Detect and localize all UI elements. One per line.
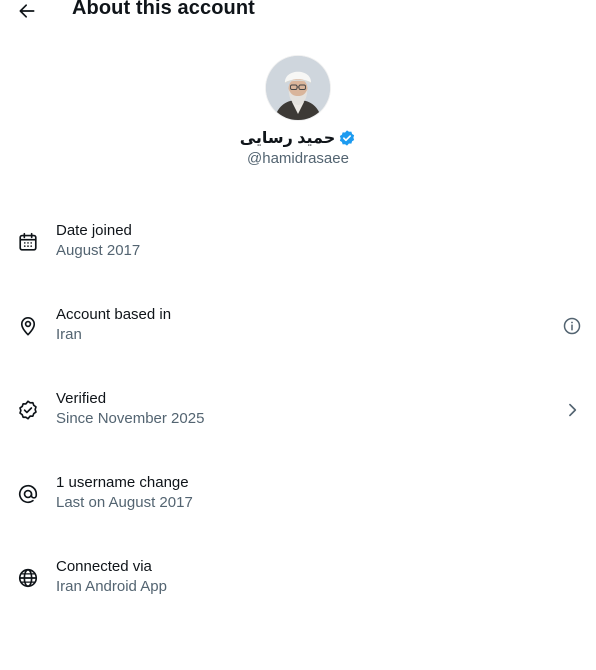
detail-row-connected-via: Connected via Iran Android App bbox=[0, 558, 596, 602]
verified-badge-icon bbox=[340, 130, 355, 146]
chevron-right-icon bbox=[561, 399, 583, 421]
username-handle: @hamidrasaee bbox=[247, 150, 349, 167]
detail-label: Account based in bbox=[56, 306, 172, 323]
calendar-icon bbox=[17, 231, 39, 253]
detail-row-account-based-in: Account based in Iran bbox=[0, 306, 596, 350]
page-header: About this account bbox=[0, 0, 596, 24]
detail-label: 1 username change bbox=[56, 474, 189, 491]
detail-label: Verified bbox=[56, 390, 107, 407]
profile-summary: حمید رسایی @hamidrasaee bbox=[0, 56, 596, 167]
detail-row-date-joined: Date joined August 2017 bbox=[0, 222, 596, 266]
page-title: About this account bbox=[72, 0, 255, 19]
back-button[interactable] bbox=[13, 0, 41, 22]
detail-value: August 2017 bbox=[56, 242, 141, 259]
display-name: حمید رسایی bbox=[239, 130, 336, 147]
location-pin-icon bbox=[17, 315, 39, 337]
avatar[interactable] bbox=[266, 56, 330, 120]
info-button[interactable] bbox=[561, 315, 583, 337]
detail-row-username-change: 1 username change Last on August 2017 bbox=[0, 474, 596, 518]
at-sign-icon bbox=[17, 483, 39, 505]
detail-label: Date joined bbox=[56, 222, 132, 239]
detail-value: Iran Android App bbox=[56, 578, 167, 595]
globe-icon bbox=[17, 567, 39, 589]
detail-label: Connected via bbox=[56, 558, 152, 575]
detail-row-verified[interactable]: Verified Since November 2025 bbox=[0, 390, 596, 434]
detail-value: Last on August 2017 bbox=[56, 494, 193, 511]
verified-badge-icon bbox=[17, 399, 39, 421]
detail-value: Since November 2025 bbox=[56, 410, 205, 427]
detail-value: Iran bbox=[56, 326, 82, 343]
arrow-left-icon bbox=[19, 4, 35, 18]
display-name-row: حمید رسایی bbox=[0, 127, 596, 149]
info-icon bbox=[563, 317, 581, 335]
